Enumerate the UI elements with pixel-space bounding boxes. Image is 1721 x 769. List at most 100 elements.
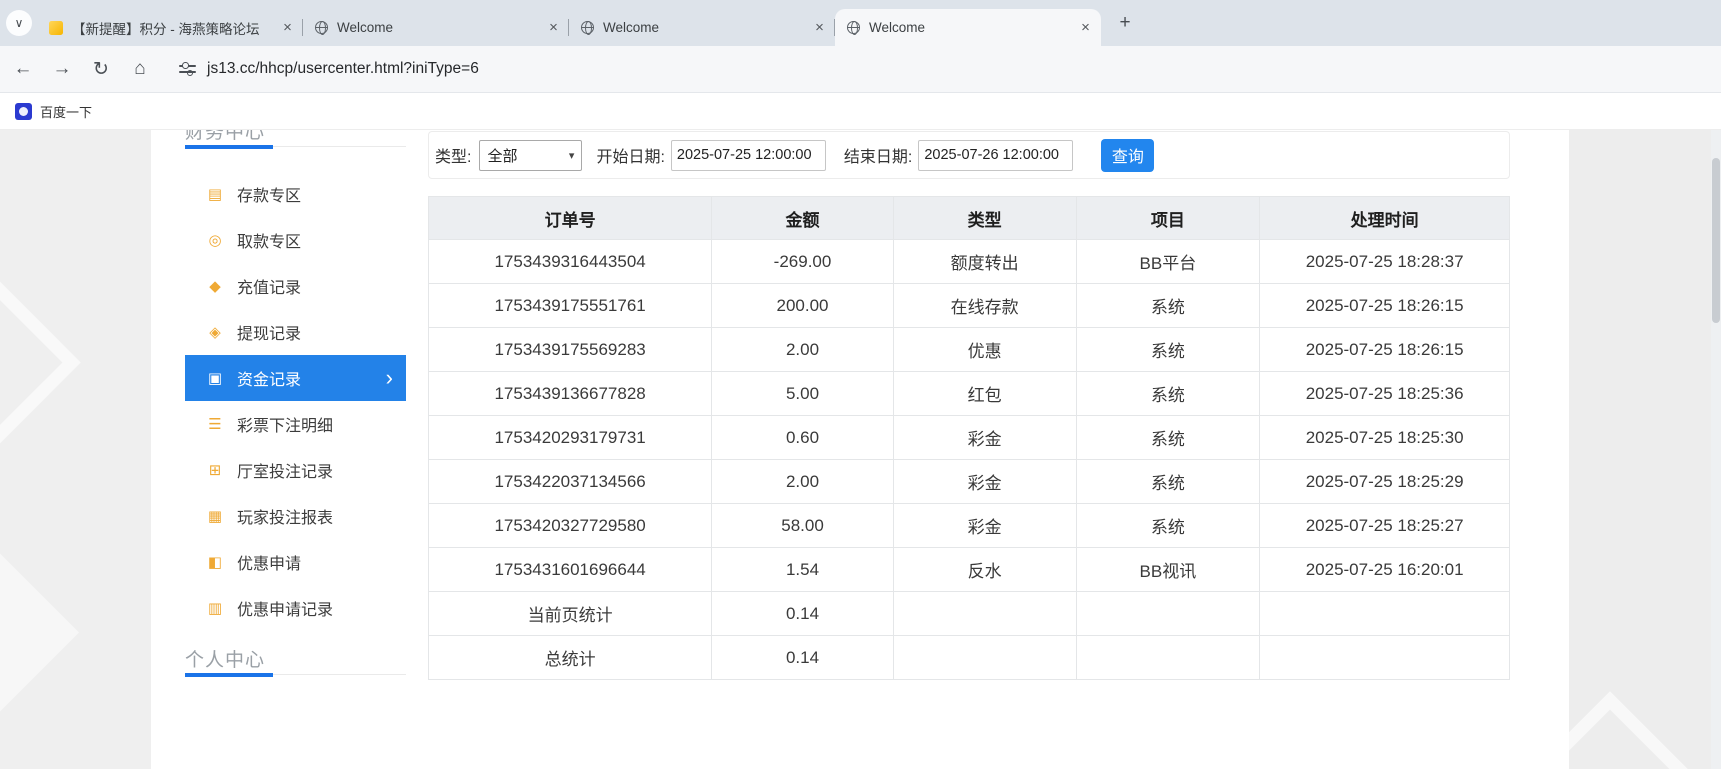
sidebar-item[interactable]: ⊞ 厅室投注记录	[185, 447, 406, 493]
table-cell	[1259, 635, 1510, 680]
browser-tab[interactable]: Welcome ×	[569, 9, 835, 46]
globe-favicon-icon	[581, 21, 594, 35]
home-button[interactable]: ⌂	[128, 58, 152, 80]
table-cell: 2025-07-25 18:25:29	[1259, 459, 1510, 504]
type-select-value: 全部	[487, 147, 518, 165]
sidebar-item-label: 厅室投注记录	[237, 464, 334, 481]
sidebar-section-finance: 财务中心	[185, 130, 406, 149]
sidebar-item-label: 提现记录	[237, 326, 302, 343]
tab-close-icon[interactable]: ×	[1076, 18, 1095, 37]
page-scrollbar-thumb[interactable]	[1712, 158, 1720, 323]
table-cell: 系统	[1075, 459, 1261, 504]
table-row: 1753439316443504 -269.00 额度转出 BB平台 2025-07-2…	[427, 239, 1510, 284]
table-cell: 额度转出	[892, 239, 1077, 284]
table-cell: 系统	[1075, 283, 1261, 328]
table-row: 1753431601696644 1.54 反水 BB视讯 2025-07-25 16:…	[427, 547, 1510, 592]
back-button[interactable]: ←	[11, 58, 35, 80]
table-cell: 1753439175551761	[427, 283, 713, 328]
sidebar: 财务中心 ▤ 存款专区 ◎ 取款专区 ◆ 充值记录 ◈ 提现记录 ▣ 资金记录 › ☰ 彩票下注明细 ⊞ 厅…	[185, 130, 406, 677]
end-date-input[interactable]	[918, 139, 1074, 171]
browser-tab[interactable]: Welcome ×	[835, 9, 1101, 46]
tab-title: Welcome	[869, 20, 926, 35]
table-header-cell: 项目	[1075, 196, 1261, 240]
table-row: 当前页统计 0.14	[427, 591, 1510, 636]
table-cell	[892, 635, 1077, 680]
tab-search-button[interactable]: ∨	[6, 10, 32, 36]
table-cell	[1075, 635, 1261, 680]
sidebar-item-label: 取款专区	[237, 234, 302, 251]
page-scrollbar-track	[1711, 130, 1721, 769]
tab-title: Welcome	[603, 20, 660, 35]
table-cell: 优惠	[892, 327, 1077, 372]
sidebar-item-label: 玩家投注报表	[237, 510, 334, 527]
sidebar-item[interactable]: ▤ 存款专区	[185, 171, 406, 217]
withdraw-coins-icon: ◎	[208, 232, 222, 249]
address-bar[interactable]: js13.cc/hhcp/usercenter.html?iniType=6	[207, 60, 479, 78]
funds-table-head-row: 订单号 金额 类型 项目 处理时间	[427, 196, 1510, 240]
section-underline	[185, 145, 273, 149]
site-info-icon[interactable]	[179, 61, 196, 77]
hall-bet-record-icon: ⊞	[208, 462, 222, 479]
sidebar-item-label: 充值记录	[237, 280, 302, 297]
table-cell: 1753420293179731	[427, 415, 713, 460]
sidebar-item-label: 优惠申请	[237, 556, 302, 573]
search-button[interactable]: 查询	[1101, 138, 1155, 172]
page-left-background	[0, 130, 151, 769]
sidebar-item[interactable]: ◆ 充值记录	[185, 263, 406, 309]
sidebar-item[interactable]: ▦ 玩家投注报表	[185, 493, 406, 539]
table-cell: 2025-07-25 16:20:01	[1259, 547, 1510, 592]
decorative-triangle	[1569, 691, 1688, 769]
new-tab-button[interactable]: +	[1111, 9, 1139, 37]
tab-close-icon[interactable]: ×	[544, 18, 563, 37]
sidebar-item[interactable]: ◎ 取款专区	[185, 217, 406, 263]
table-cell: 红包	[892, 371, 1077, 416]
reload-button[interactable]: ↻	[89, 58, 113, 81]
tab-close-icon[interactable]: ×	[278, 18, 297, 37]
table-cell: 彩金	[892, 459, 1077, 504]
sidebar-item[interactable]: ◈ 提现记录	[185, 309, 406, 355]
sidebar-item[interactable]: ☰ 彩票下注明细	[185, 401, 406, 447]
table-cell: 5.00	[711, 371, 894, 416]
table-row: 总统计 0.14	[427, 635, 1510, 680]
sidebar-item[interactable]: ▣ 资金记录 ›	[185, 355, 406, 401]
forward-button[interactable]: →	[50, 58, 74, 80]
browser-tab[interactable]: 【新提醒】积分 - 海燕策略论坛 ×	[37, 9, 303, 46]
chevron-right-icon: ›	[385, 365, 393, 390]
main-content: 类型: 全部 ▾ 开始日期: 结束日期: 查询 订单号金额类型项目处理时间 17…	[427, 130, 1510, 680]
table-cell: 0.14	[711, 591, 894, 636]
funds-table: 订单号 金额 类型 项目 处理时间 1753439316443504 -269.00 额度转…	[427, 196, 1510, 680]
table-header-cell: 处理时间	[1259, 196, 1510, 240]
table-row: 1753439136677828 5.00 红包 系统 2025-07-25 18:25…	[427, 371, 1510, 416]
table-cell: 2025-07-25 18:26:15	[1259, 327, 1510, 372]
table-cell: 58.00	[711, 503, 894, 548]
table-cell: 1753420327729580	[427, 503, 713, 548]
table-cell: 1753439175569283	[427, 327, 713, 372]
sidebar-item[interactable]: ▥ 优惠申请记录	[185, 585, 406, 631]
bookmarks-bar: 百度一下	[0, 93, 1721, 130]
sidebar-section-personal: 个人中心	[185, 645, 406, 677]
type-label: 类型:	[435, 149, 472, 166]
sidebar-item[interactable]: ◧ 优惠申请	[185, 539, 406, 585]
table-cell	[1259, 591, 1510, 636]
lottery-bet-detail-icon: ☰	[208, 416, 222, 433]
table-cell: 1753422037134566	[427, 459, 713, 504]
table-row: 1753422037134566 2.00 彩金 系统 2025-07-25 18:25…	[427, 459, 1510, 504]
end-date-label: 结束日期:	[843, 149, 913, 166]
sidebar-item-label: 优惠申请记录	[237, 602, 334, 619]
type-select[interactable]: 全部 ▾	[479, 139, 583, 171]
table-cell: 总统计	[427, 635, 713, 680]
deposit-card-icon: ▤	[207, 186, 223, 203]
start-date-input[interactable]	[670, 139, 826, 171]
table-cell: 1753439316443504	[427, 239, 713, 284]
sidebar-section-title: 财务中心	[185, 130, 266, 143]
filter-bar: 类型: 全部 ▾ 开始日期: 结束日期: 查询	[428, 131, 1510, 179]
table-row: 1753420327729580 58.00 彩金 系统 2025-07-25 18:2…	[427, 503, 1510, 548]
tab-close-icon[interactable]: ×	[810, 18, 829, 37]
page-right-background	[1569, 130, 1721, 769]
bookmark-baidu[interactable]: 百度一下	[9, 99, 98, 124]
table-cell: 2025-07-25 18:28:37	[1259, 239, 1510, 284]
table-cell: BB视讯	[1075, 547, 1261, 592]
sidebar-section-title: 个人中心	[185, 650, 266, 671]
promo-apply-icon: ◧	[207, 554, 223, 571]
browser-tab[interactable]: Welcome ×	[303, 9, 569, 46]
